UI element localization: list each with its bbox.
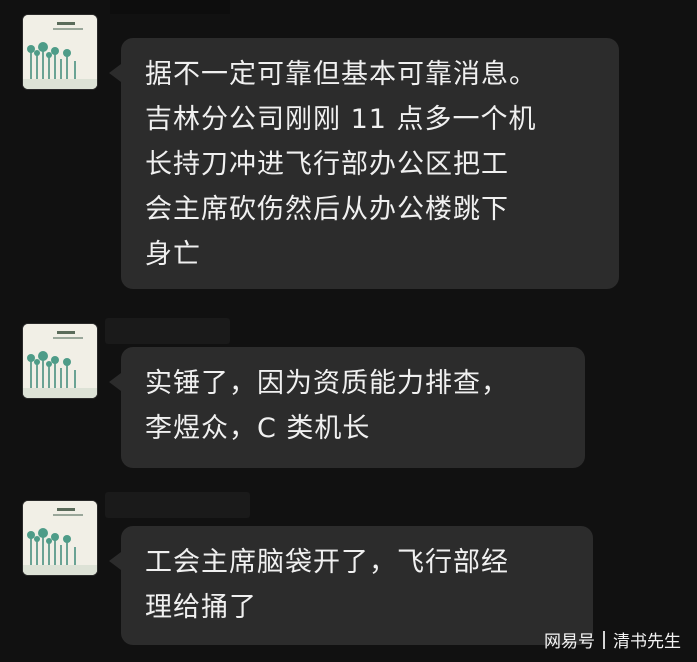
chat-screen: 据不一定可靠但基本可靠消息。 吉林分公司刚刚 11 点多一个机 长持刀冲进飞行部…	[0, 0, 697, 662]
avatar[interactable]	[22, 14, 98, 90]
avatar[interactable]	[22, 323, 98, 399]
redacted-name	[105, 492, 250, 518]
message-bubble[interactable]: 据不一定可靠但基本可靠消息。 吉林分公司刚刚 11 点多一个机 长持刀冲进飞行部…	[109, 38, 619, 289]
avatar[interactable]	[22, 500, 98, 576]
avatar-image	[23, 15, 97, 89]
watermark-brand: 网易号	[544, 632, 595, 652]
watermark-divider	[603, 630, 605, 649]
message-line: 理给捅了	[145, 592, 257, 623]
message-line: 会主席砍伤然后从办公楼跳下	[145, 194, 509, 225]
watermark-author: 清书先生	[613, 632, 681, 652]
avatar-image	[23, 324, 97, 398]
message-line: 据不一定可靠但基本可靠消息。	[145, 59, 537, 90]
message-bubble[interactable]: 工会主席脑袋开了，飞行部经 理给捅了	[109, 526, 593, 645]
message-line: 李煜众，C 类机长	[145, 413, 371, 444]
message-line: 长持刀冲进飞行部办公区把工	[145, 149, 509, 180]
avatar-image	[23, 501, 97, 575]
redacted-name	[110, 0, 230, 14]
message-line: 实锤了，因为资质能力排查，	[145, 368, 509, 399]
message-line: 吉林分公司刚刚 11 点多一个机	[145, 104, 537, 135]
message-bubble[interactable]: 实锤了，因为资质能力排查， 李煜众，C 类机长	[109, 347, 585, 468]
redacted-name	[105, 318, 230, 344]
message-line: 工会主席脑袋开了，飞行部经	[145, 547, 509, 578]
message-line: 身亡	[145, 239, 201, 270]
watermark: 网易号 清书先生	[544, 627, 681, 652]
